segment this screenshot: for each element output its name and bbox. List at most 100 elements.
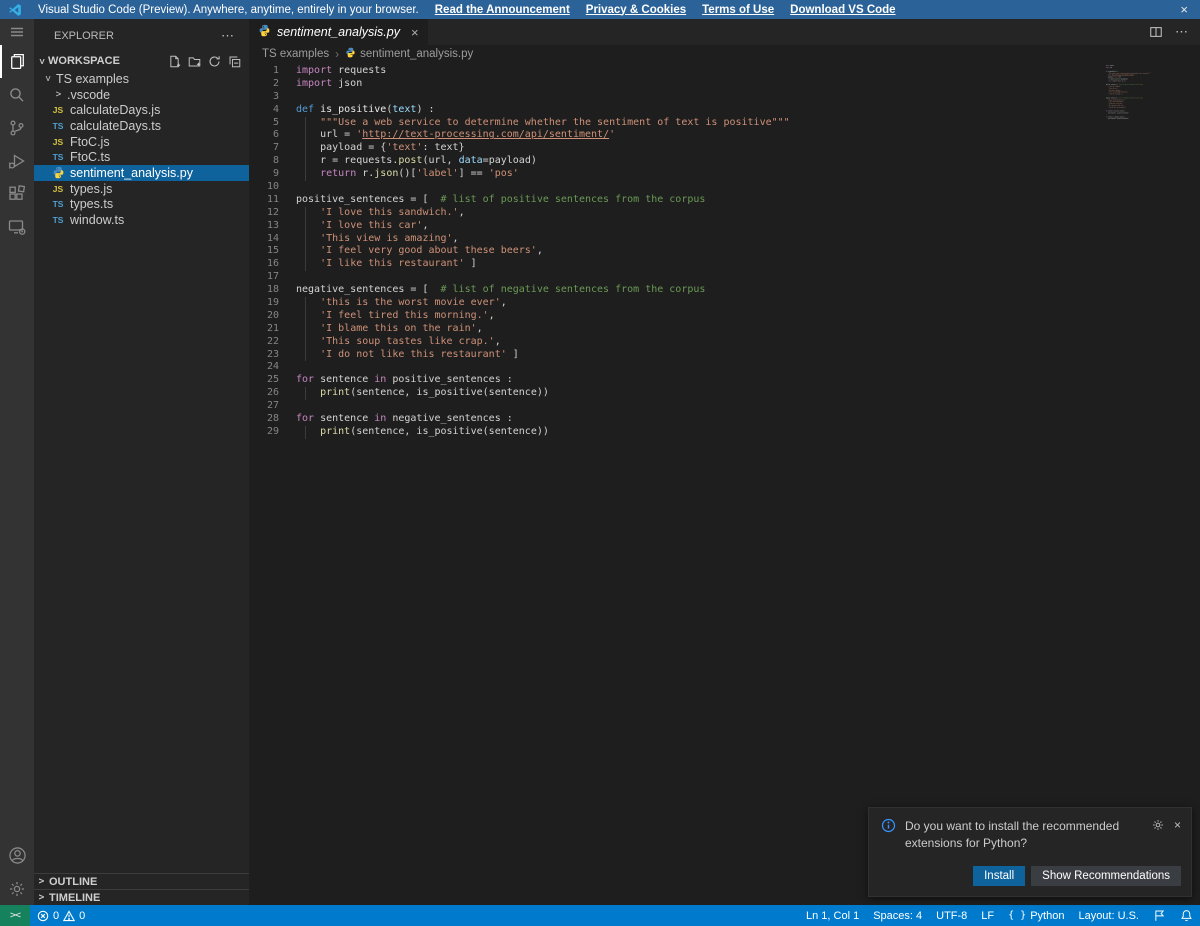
keyboard-layout-status[interactable]: Layout: U.S. [1071, 905, 1146, 926]
code-editor[interactable]: 1import requests2import json34def is_pos… [249, 62, 1200, 905]
code-line[interactable]: 26 print(sentence, is_positive(sentence)… [249, 387, 1200, 400]
code-line[interactable]: 28for sentence in negative_sentences : [249, 413, 1200, 426]
code-line[interactable]: 24 [249, 361, 1200, 374]
python-file-icon [258, 24, 271, 40]
code-line[interactable]: 8 r = requests.post(url, data=payload) [249, 155, 1200, 168]
code-line[interactable]: 25for sentence in positive_sentences : [249, 374, 1200, 387]
code-line: print(sentence, is_positive(sentence)) [1106, 118, 1162, 120]
problems-status[interactable]: 0 0 [30, 905, 92, 926]
line-number: 13 [249, 220, 279, 233]
line-number: 24 [249, 361, 279, 374]
file-row[interactable]: JStypes.js [34, 181, 249, 197]
code-line[interactable]: 2import json [249, 78, 1200, 91]
cursor-position[interactable]: Ln 1, Col 1 [799, 905, 866, 926]
banner-link-announcement[interactable]: Read the Announcement [435, 4, 570, 16]
file-row[interactable]: JS calculateDays.js [34, 102, 249, 118]
tab-close-icon[interactable]: × [411, 25, 419, 40]
code-line[interactable]: 18negative_sentences = [ # list of negat… [249, 284, 1200, 297]
folder-row[interactable]: >.vscode [34, 87, 249, 103]
code-line[interactable]: 6 url = 'http://text-processing.com/api/… [249, 129, 1200, 142]
encoding-status[interactable]: UTF-8 [929, 905, 974, 926]
run-and-debug-icon[interactable] [0, 144, 34, 177]
file-row[interactable]: TScalculateDays.ts [34, 118, 249, 134]
extensions-icon[interactable] [0, 177, 34, 210]
outline-section[interactable]: > OUTLINE [34, 873, 249, 889]
banner-link-privacy[interactable]: Privacy & Cookies [586, 4, 686, 16]
file-row[interactable]: TSFtoC.ts [34, 149, 249, 165]
remote-indicator[interactable]: >< [0, 905, 30, 926]
show-recommendations-button[interactable]: Show Recommendations [1031, 866, 1181, 886]
code-line[interactable]: 13 'I love this car', [249, 220, 1200, 233]
notification-settings-gear-icon[interactable] [1151, 818, 1165, 832]
editor-more-actions-icon[interactable]: ⋯ [1175, 24, 1188, 40]
menu-icon[interactable] [0, 19, 34, 45]
breadcrumb-folder[interactable]: TS examples [262, 48, 329, 60]
account-icon[interactable] [0, 839, 34, 872]
eol-status[interactable]: LF [974, 905, 1001, 926]
breadcrumb-file[interactable]: sentiment_analysis.py [345, 47, 473, 61]
file-row[interactable]: TSwindow.ts [34, 212, 249, 228]
bell-icon[interactable] [1173, 905, 1200, 926]
code-line[interactable]: 22 'This soup tastes like crap.', [249, 336, 1200, 349]
tab-sentiment-analysis[interactable]: sentiment_analysis.py × [249, 19, 428, 45]
code-line[interactable]: 15 'I feel very good about these beers', [249, 245, 1200, 258]
language-mode-status[interactable]: { } Python [1001, 905, 1071, 926]
code-line[interactable]: 10 [249, 181, 1200, 194]
remote-icon: >< [10, 910, 20, 921]
indentation-status[interactable]: Spaces: 4 [866, 905, 929, 926]
code-line[interactable]: 9 return r.json()['label'] == 'pos' [249, 168, 1200, 181]
line-number: 23 [249, 349, 279, 362]
notification-close-icon[interactable]: × [1174, 818, 1181, 832]
file-row[interactable]: sentiment_analysis.py [34, 165, 249, 181]
line-number: 6 [249, 129, 279, 142]
line-number: 12 [249, 207, 279, 220]
install-button[interactable]: Install [973, 866, 1025, 886]
minimap[interactable]: import requestsimport jsondef is_positiv… [1106, 65, 1162, 151]
code-line[interactable]: 3 [249, 91, 1200, 104]
banner-link-terms[interactable]: Terms of Use [702, 4, 774, 16]
line-number: 27 [249, 400, 279, 413]
file-label: calculateDays.js [70, 103, 160, 117]
remote-explorer-icon[interactable] [0, 210, 34, 243]
code-line[interactable]: 21 'I blame this on the rain', [249, 323, 1200, 336]
code-line[interactable]: 12 'I love this sandwich.', [249, 207, 1200, 220]
banner-close-icon[interactable]: × [1176, 2, 1192, 17]
code-line[interactable]: 19 'this is the worst movie ever', [249, 297, 1200, 310]
code-line[interactable]: 29 print(sentence, is_positive(sentence)… [249, 426, 1200, 439]
code-line[interactable]: 23 'I do not like this restaurant' ] [249, 349, 1200, 362]
explorer-icon[interactable] [0, 45, 34, 78]
file-tree: >TS examples>.vscodeJScalculateDays.jsTS… [34, 71, 249, 228]
search-icon[interactable] [0, 78, 34, 111]
code-line[interactable]: 16 'I like this restaurant' ] [249, 258, 1200, 271]
line-number: 22 [249, 336, 279, 349]
code-line[interactable]: 7 payload = {'text': text} [249, 142, 1200, 155]
code-line[interactable]: 4def is_positive(text) : [249, 104, 1200, 117]
source-control-icon[interactable] [0, 111, 34, 144]
new-file-icon[interactable] [168, 55, 181, 68]
code-line[interactable]: 20 'I feel tired this morning.', [249, 310, 1200, 323]
code-line[interactable]: 27 [249, 400, 1200, 413]
feedback-icon[interactable] [1146, 905, 1173, 926]
split-editor-icon[interactable] [1149, 25, 1163, 39]
code-line[interactable]: 1import requests [249, 65, 1200, 78]
timeline-section[interactable]: > TIMELINE [34, 889, 249, 905]
code-line[interactable]: 17 [249, 271, 1200, 284]
folder-row[interactable]: >TS examples [34, 71, 249, 87]
banner-link-download[interactable]: Download VS Code [790, 4, 895, 16]
code-line[interactable]: 14 'This view is amazing', [249, 233, 1200, 246]
collapse-all-icon[interactable] [228, 55, 241, 68]
file-row[interactable]: TStypes.ts [34, 197, 249, 213]
code-line[interactable]: 5 """Use a web service to determine whet… [249, 117, 1200, 130]
settings-gear-icon[interactable] [0, 872, 34, 905]
chevron-right-icon: > [37, 876, 46, 887]
line-number: 1 [249, 65, 279, 78]
new-folder-icon[interactable] [188, 55, 201, 68]
workspace-section-header[interactable]: > WORKSPACE [34, 52, 249, 70]
line-number: 14 [249, 233, 279, 246]
code-line[interactable]: 11positive_sentences = [ # list of posit… [249, 194, 1200, 207]
ts-file-icon: TS [50, 215, 66, 225]
file-row[interactable]: JSFtoC.js [34, 134, 249, 150]
js-file-icon: JS [50, 105, 66, 115]
refresh-icon[interactable] [208, 55, 221, 68]
explorer-more-actions-icon[interactable]: ⋯ [221, 28, 235, 44]
